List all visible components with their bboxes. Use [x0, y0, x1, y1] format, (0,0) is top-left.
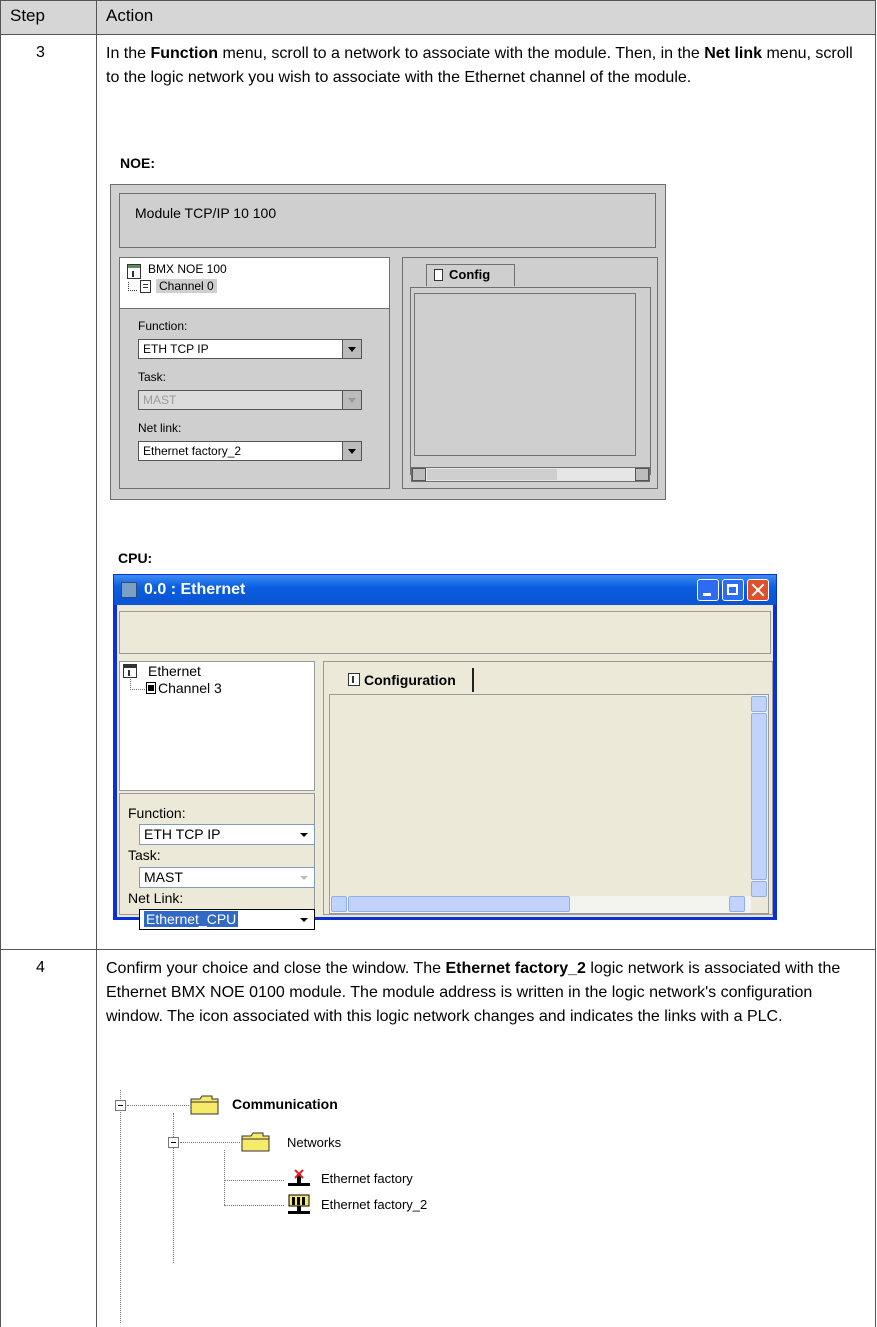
- folder-icon: [190, 1095, 219, 1115]
- cpu-caption: CPU:: [118, 550, 153, 566]
- noe-left-panel: BMX NOE 100 Channel 0 Function: ETH TCP …: [119, 257, 390, 489]
- scroll-right-icon[interactable]: [729, 896, 745, 912]
- noe-netlink-label: Net link:: [138, 421, 182, 435]
- cpu-function-label: Function:: [128, 805, 186, 821]
- cpu-netlink-label: Net Link:: [128, 890, 184, 906]
- cpu-top-panel: [119, 611, 771, 654]
- tree-line: [120, 1090, 121, 1323]
- close-button[interactable]: [747, 579, 769, 601]
- cpu-task-label: Task:: [128, 847, 161, 863]
- tree-line: [224, 1205, 284, 1206]
- table-border-top: [0, 0, 876, 1]
- row-divider: [0, 949, 876, 950]
- channel-icon: [146, 682, 156, 694]
- noe-right-panel: Config: [402, 257, 658, 489]
- tree-line: [180, 1142, 240, 1143]
- tree-node-networks[interactable]: Networks: [287, 1135, 341, 1150]
- cpu-function-select[interactable]: ETH TCP IP: [139, 824, 315, 845]
- scroll-thumb[interactable]: [427, 469, 557, 480]
- noe-function-select[interactable]: ETH TCP IP: [138, 339, 362, 359]
- noe-caption: NOE:: [120, 155, 155, 171]
- folder-icon: [241, 1132, 270, 1152]
- tree-node-communication[interactable]: Communication: [232, 1096, 338, 1112]
- cpu-config-content: [329, 694, 769, 914]
- tree-connector: [130, 679, 145, 690]
- noe-function-label: Function:: [138, 319, 188, 333]
- app-icon: [121, 582, 137, 598]
- cpu-task-select: MAST: [139, 867, 315, 888]
- module-icon: [123, 664, 137, 678]
- minimize-button[interactable]: [697, 579, 719, 601]
- noe-config-pane: [414, 293, 636, 456]
- step-number-3: 3: [36, 44, 45, 61]
- noe-config-content: [410, 287, 651, 475]
- dropdown-arrow-icon: [342, 390, 362, 410]
- dropdown-arrow-icon[interactable]: [296, 826, 313, 843]
- module-icon: [127, 264, 141, 279]
- noe-tab-config-label: Config: [449, 267, 491, 282]
- noe-tab-config[interactable]: Config: [426, 264, 515, 286]
- noe-tree-channel[interactable]: Channel 0: [156, 279, 217, 293]
- header-divider: [0, 34, 876, 35]
- noe-netlink-select[interactable]: Ethernet factory_2: [138, 441, 362, 461]
- cpu-window-body: Ethernet Channel 3 Function: ETH TCP IP …: [117, 605, 773, 930]
- noe-horizontal-scrollbar[interactable]: [411, 467, 650, 482]
- cpu-params-panel: Function: ETH TCP IP Task: MAST Net Link…: [119, 793, 315, 930]
- network-unlinked-icon: [288, 1169, 310, 1186]
- tree-node-ethernet-factory-2[interactable]: Ethernet factory_2: [321, 1197, 427, 1212]
- noe-title-box: Module TCP/IP 10 100: [119, 193, 656, 248]
- dropdown-arrow-icon[interactable]: [296, 911, 313, 928]
- step4-instruction: Confirm your choice and close the window…: [106, 960, 841, 1025]
- step-number-4: 4: [36, 959, 45, 976]
- horizontal-scrollbar[interactable]: [330, 896, 751, 913]
- scroll-right-icon[interactable]: [635, 468, 649, 481]
- table-border-right: [875, 0, 876, 1327]
- scroll-down-icon[interactable]: [751, 881, 767, 897]
- tree-connector: [128, 282, 137, 291]
- step3-instruction: In the Function menu, scroll to a networ…: [106, 45, 853, 86]
- network-linked-plc-icon: [288, 1194, 310, 1214]
- maximize-button[interactable]: [722, 579, 744, 601]
- collapse-icon[interactable]: [168, 1137, 179, 1148]
- cpu-window-titlebar[interactable]: 0.0 : Ethernet: [114, 575, 776, 605]
- column-divider: [96, 0, 97, 1327]
- cpu-window-title: 0.0 : Ethernet: [144, 581, 246, 598]
- tree-line: [224, 1150, 225, 1205]
- scroll-left-icon[interactable]: [331, 896, 347, 912]
- cpu-tree-root-label: Ethernet: [148, 663, 201, 679]
- channel-icon: [140, 280, 151, 293]
- cpu-right-panel: Configuration: [323, 661, 773, 915]
- dropdown-arrow-icon[interactable]: [342, 441, 362, 461]
- dropdown-arrow-icon: [296, 869, 313, 886]
- cpu-netlink-select[interactable]: Ethernet_CPU: [139, 909, 315, 930]
- noe-task-label: Task:: [138, 370, 167, 384]
- noe-tree-module-label: BMX NOE 100: [148, 262, 227, 276]
- noe-task-select: MAST: [138, 390, 362, 410]
- dropdown-arrow-icon[interactable]: [342, 339, 362, 359]
- cpu-tab-configuration-label: Configuration: [364, 672, 456, 688]
- header-action: Action: [106, 6, 154, 25]
- cpu-tree-channel[interactable]: Channel 3: [158, 680, 222, 696]
- tree-line: [224, 1180, 284, 1181]
- header-step: Step: [10, 6, 45, 25]
- scroll-left-icon[interactable]: [412, 468, 426, 481]
- noe-module-title: Module TCP/IP 10 100: [135, 205, 277, 221]
- vertical-scrollbar[interactable]: [751, 695, 768, 897]
- noe-module-tree: BMX NOE 100 Channel 0: [120, 258, 389, 309]
- vertical-scroll-thumb[interactable]: [751, 713, 767, 880]
- cpu-module-tree: Ethernet Channel 3: [119, 661, 315, 791]
- collapse-icon[interactable]: [115, 1100, 126, 1111]
- table-border-left: [0, 0, 1, 1327]
- tree-line: [127, 1105, 189, 1106]
- horizontal-scroll-thumb[interactable]: [348, 896, 570, 912]
- tree-node-ethernet-factory[interactable]: Ethernet factory: [321, 1171, 413, 1186]
- config-icon: [434, 269, 443, 281]
- config-icon: [348, 673, 360, 686]
- noe-config-screen: Module TCP/IP 10 100 BMX NOE 100 Channel…: [110, 184, 666, 500]
- cpu-window: 0.0 : Ethernet Ethernet Channel 3 Functi…: [113, 574, 777, 930]
- tree-line: [173, 1113, 174, 1263]
- cpu-tab-configuration[interactable]: Configuration: [344, 668, 474, 692]
- scroll-up-icon[interactable]: [751, 696, 767, 712]
